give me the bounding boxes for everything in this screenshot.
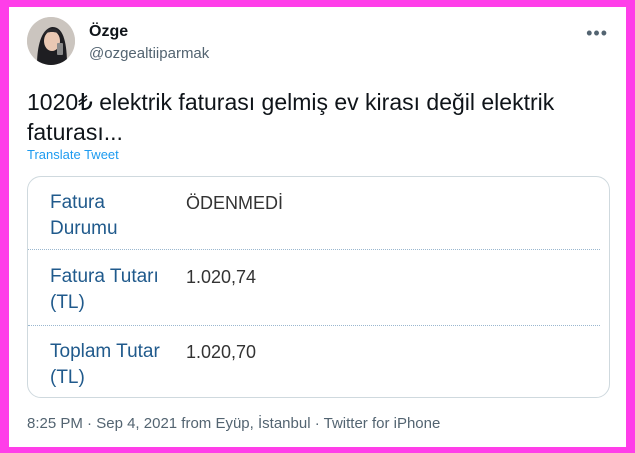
- tweet-location: from Eyüp, İstanbul: [181, 415, 311, 432]
- tweet-time[interactable]: 8:25 PM: [27, 415, 83, 432]
- invoice-value: 1.020,70: [186, 342, 257, 362]
- user-handle[interactable]: @ozgealtiiparmak: [89, 45, 209, 62]
- tweet-card: Özge @ozgealtiiparmak ••• 1020₺ elektrik…: [9, 7, 626, 447]
- more-options-icon[interactable]: •••: [586, 23, 608, 44]
- translate-tweet-link[interactable]: Translate Tweet: [27, 147, 119, 162]
- invoice-label: Fatura Tutarı (TL): [50, 266, 159, 313]
- tweet-date[interactable]: Sep 4, 2021: [96, 415, 177, 432]
- invoice-label: Fatura Durumu: [50, 192, 118, 239]
- tweet-meta: 8:25 PM · Sep 4, 2021 from Eyüp, İstanbu…: [27, 415, 440, 432]
- invoice-value: 1.020,74: [186, 267, 257, 287]
- tweet-text: 1020₺ elektrik faturası gelmiş ev kirası…: [27, 89, 555, 145]
- meta-separator: ·: [87, 415, 93, 432]
- meta-separator: ·: [314, 415, 320, 432]
- tweet-source[interactable]: Twitter for iPhone: [324, 415, 441, 432]
- avatar[interactable]: [27, 17, 75, 65]
- divider: [28, 249, 191, 250]
- user-name[interactable]: Özge: [89, 23, 128, 41]
- invoice-value: ÖDENMEDİ: [186, 193, 284, 213]
- invoice-image[interactable]: Fatura Durumu ÖDENMEDİ Fatura Tutarı (TL…: [27, 176, 610, 398]
- invoice-label: Toplam Tutar (TL): [50, 341, 160, 388]
- divider: [28, 325, 600, 326]
- divider: [191, 249, 600, 250]
